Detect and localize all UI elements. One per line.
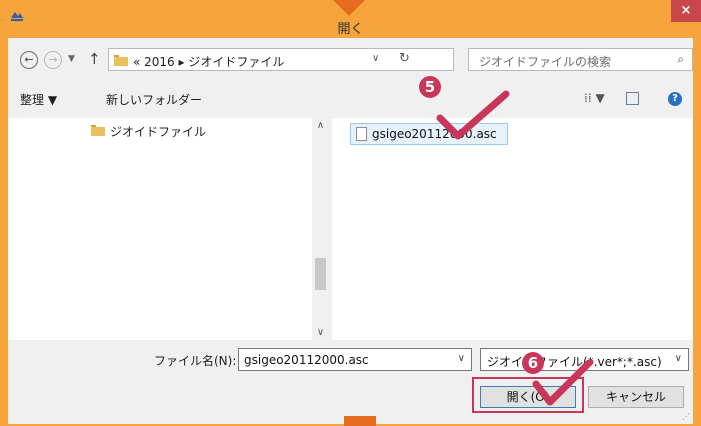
checkmark-icon <box>436 90 510 140</box>
filename-value: gsigeo20112000.asc <box>244 353 369 367</box>
address-bar[interactable]: « 2016 ▸ ジオイドファイル ∨ ↻ <box>108 48 454 71</box>
search-input[interactable]: ジオイドファイルの検索 ⌕ <box>468 48 693 71</box>
document-icon <box>356 127 367 141</box>
folder-icon <box>90 122 106 141</box>
command-toolbar: 整理 ▼ 新しいフォルダー ⁞⁞ ▼ ? <box>8 82 693 118</box>
address-path[interactable]: « 2016 ▸ ジオイドファイル <box>133 53 284 70</box>
navigation-pane: ジオイドファイル <box>8 118 329 340</box>
navigation-bar: ← → ▼ ↑ « 2016 ▸ ジオイドファイル ∨ ↻ ジオイドファイルの検… <box>8 38 693 82</box>
filename-field[interactable]: gsigeo20112000.asc ∨ <box>238 348 472 371</box>
checkmark-icon <box>532 360 594 406</box>
scroll-thumb[interactable] <box>315 258 326 290</box>
address-dropdown-icon[interactable]: ∨ <box>372 53 379 64</box>
new-folder-button[interactable]: 新しいフォルダー <box>106 91 202 108</box>
up-arrow-icon[interactable]: ↑ <box>88 50 101 68</box>
scroll-down-icon[interactable]: ∨ <box>312 327 329 338</box>
filename-label: ファイル名(N): <box>154 354 237 368</box>
folder-icon <box>113 52 129 71</box>
search-icon[interactable]: ⌕ <box>677 52 684 67</box>
navigation-pane-scrollbar[interactable]: ∧ ∨ <box>312 118 329 340</box>
chevron-down-icon[interactable]: ∨ <box>458 353 465 364</box>
refresh-icon[interactable]: ↻ <box>399 51 410 66</box>
callout-bottom-marker <box>344 416 376 426</box>
back-arrow-icon[interactable]: ← <box>20 51 38 69</box>
forward-arrow-icon[interactable]: → <box>44 51 62 69</box>
file-list-pane: gsigeo20112000.asc <box>332 118 693 340</box>
search-placeholder: ジオイドファイルの検索 <box>479 55 612 69</box>
chevron-down-icon[interactable]: ∨ <box>675 353 682 364</box>
scroll-up-icon[interactable]: ∧ <box>312 120 329 131</box>
window-title: 開く <box>337 22 364 37</box>
resize-grip-icon[interactable]: ⋰ <box>682 412 690 421</box>
help-icon[interactable]: ? <box>668 92 682 106</box>
tree-item-label: ジオイドファイル <box>110 125 207 139</box>
organize-menu-button[interactable]: 整理 ▼ <box>20 91 57 108</box>
callout-arrow-marker <box>333 0 365 16</box>
cancel-button[interactable]: キャンセル <box>588 386 684 408</box>
preview-pane-icon[interactable] <box>626 92 639 105</box>
view-options-icon[interactable]: ⁞⁞ ▼ <box>584 91 605 105</box>
history-dropdown-icon[interactable]: ▼ <box>68 54 75 64</box>
close-button[interactable]: × <box>671 0 701 22</box>
